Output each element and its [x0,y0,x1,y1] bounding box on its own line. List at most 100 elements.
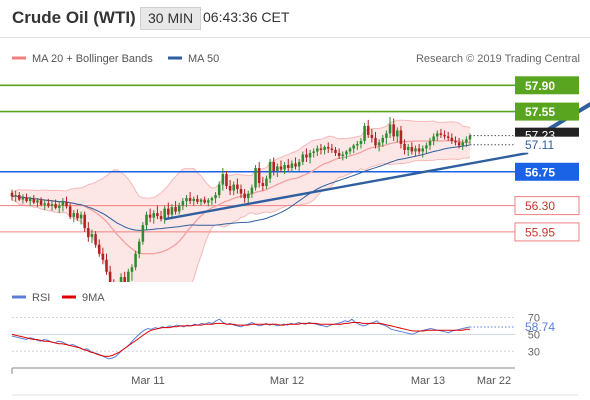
candle-body [217,184,221,196]
candle-body [381,137,385,143]
candle-body [425,145,428,149]
candle-body [28,198,32,202]
candle-body [334,149,337,153]
level-label: 56.75 [525,165,555,179]
candle-body [388,124,392,134]
candle-body [421,148,425,152]
ma20-legend-label: MA 20 + Bollinger Bands [32,53,153,65]
candle-body [152,213,156,218]
candle-body [352,145,355,149]
candle-body [199,199,203,202]
candle-body [457,142,461,146]
candle-body [134,253,137,268]
candle-body [359,140,363,144]
candle-body [396,130,399,137]
price-chart: MA 20 + Bollinger Bands MA 50 Research ©… [0,53,590,282]
candle-body [72,213,76,217]
candle-body [366,125,370,135]
candle-body [94,234,97,245]
candle-body [137,241,141,254]
rsi-legend: RSI 9MA [12,292,105,304]
candle-body [265,178,268,187]
candle-body [18,195,21,200]
candle-body [341,154,345,156]
candle-body [39,200,43,205]
candle-body [356,143,359,146]
candle-body [185,198,188,202]
x-axis-label: Mar 13 [411,375,445,387]
candle-body [163,208,166,220]
candle-body [105,259,108,272]
candle-body [247,193,250,199]
candle-body [87,228,90,238]
ma9-legend-label: 9MA [82,292,105,304]
candle-body [276,166,279,172]
candle-body [10,192,14,197]
instrument-title: Crude Oil (WTI) [12,8,136,27]
candle-body [43,203,46,205]
candle-body [36,200,39,203]
candle-body [156,213,159,217]
candle-body [47,203,50,206]
candle-body [323,146,326,150]
candle-body [450,137,454,141]
candle-body [188,198,192,202]
candle-body [232,184,235,191]
candle-body [90,234,94,238]
level-label: 57.90 [525,79,555,93]
copyright-text: Research © 2019 Trading Central [416,53,580,65]
candle-body [76,213,79,219]
main-legend: MA 20 + Bollinger Bands MA 50 Research ©… [12,53,580,65]
candle-body [436,133,439,137]
candle-body [141,225,145,242]
x-axis-label: Mar 22 [477,375,511,387]
candle-body [406,146,410,150]
candle-body [21,197,25,200]
candle-body [399,130,403,144]
candle-body [239,189,243,194]
timeframe-selector[interactable]: 30 MIN [140,7,202,30]
candle-body [68,206,72,217]
candle-body [50,204,54,206]
candle-body [468,135,472,140]
candle-body [414,148,417,152]
candle-body [210,198,214,201]
candle-body [25,197,28,202]
rsi-panel: RSI 9MA 705030 58.74 Mar 11 Mar 12 Mar 13 M… [11,292,578,396]
price-tags: 57.9057.5556.7556.3055.9557.2357.11 [514,76,580,242]
candle-body [254,168,257,188]
candle-body [348,148,352,152]
candle-body [377,142,381,146]
candle-body [54,204,57,208]
rsi-tick-label: 30 [528,346,540,358]
candle-body [305,154,308,158]
candle-body [243,193,246,199]
candle-body [316,148,319,152]
x-axis: Mar 11 Mar 12 Mar 13 Mar 22 [11,367,578,396]
candle-body [101,253,105,260]
candle-body [465,139,468,143]
candle-body [432,136,435,141]
candle-body [345,151,348,155]
candle-body [14,195,17,197]
candle-body [268,161,272,179]
candle-body [108,271,112,282]
candle-body [272,161,275,172]
ma50-value-label: 57.11 [525,138,554,152]
candle-body [32,198,36,203]
candle-body [214,195,217,199]
candle-body [326,146,330,149]
candle-body [330,148,334,150]
candle-body [225,174,228,187]
candle-body [428,140,432,146]
chart-header: Crude Oil (WTI) 30 MIN 06:43:36 CET [0,0,590,38]
candle-body [283,164,286,170]
candle-body [167,208,170,215]
candle-body [145,214,148,226]
candle-body [312,151,315,153]
x-axis-label: Mar 11 [131,375,164,387]
x-axis-label: Mar 12 [270,375,304,387]
level-label: 56.30 [525,199,555,213]
candle-body [83,214,86,229]
candle-body [308,152,312,158]
